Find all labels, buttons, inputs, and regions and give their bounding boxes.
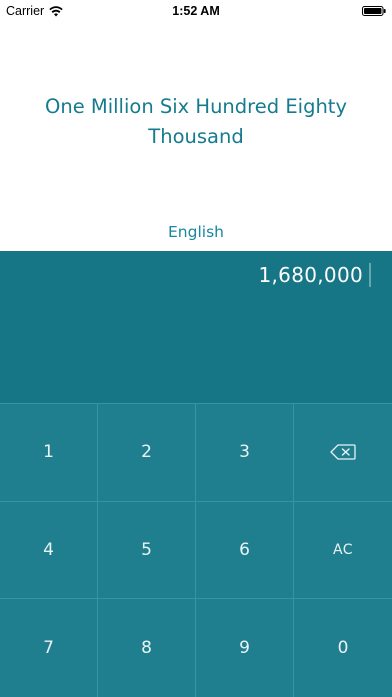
number-input[interactable]: 1,680,000 <box>259 263 364 287</box>
key-7[interactable]: 7 <box>0 599 98 697</box>
key-3[interactable]: 3 <box>196 404 294 502</box>
backspace-button[interactable] <box>294 404 392 502</box>
key-4[interactable]: 4 <box>0 501 98 600</box>
battery-icon <box>362 6 386 16</box>
keypad: 1 2 3 4 5 6 AC 7 8 9 0 <box>0 403 392 697</box>
backspace-icon <box>330 444 356 460</box>
result-words: One Million Six Hundred Eighty Thousand <box>44 95 347 148</box>
key-9[interactable]: 9 <box>196 599 294 697</box>
key-8[interactable]: 8 <box>98 599 196 697</box>
key-2[interactable]: 2 <box>98 404 196 502</box>
key-0[interactable]: 0 <box>294 599 392 697</box>
clear-all-button[interactable]: AC <box>294 502 392 600</box>
key-5[interactable]: 5 <box>98 501 196 600</box>
status-bar: Carrier 1:52 AM <box>0 0 392 22</box>
key-1[interactable]: 1 <box>0 404 98 502</box>
key-6[interactable]: 6 <box>196 501 294 600</box>
text-caret <box>369 263 371 287</box>
status-time: 1:52 AM <box>172 4 220 18</box>
language-selector[interactable]: English <box>0 223 392 241</box>
